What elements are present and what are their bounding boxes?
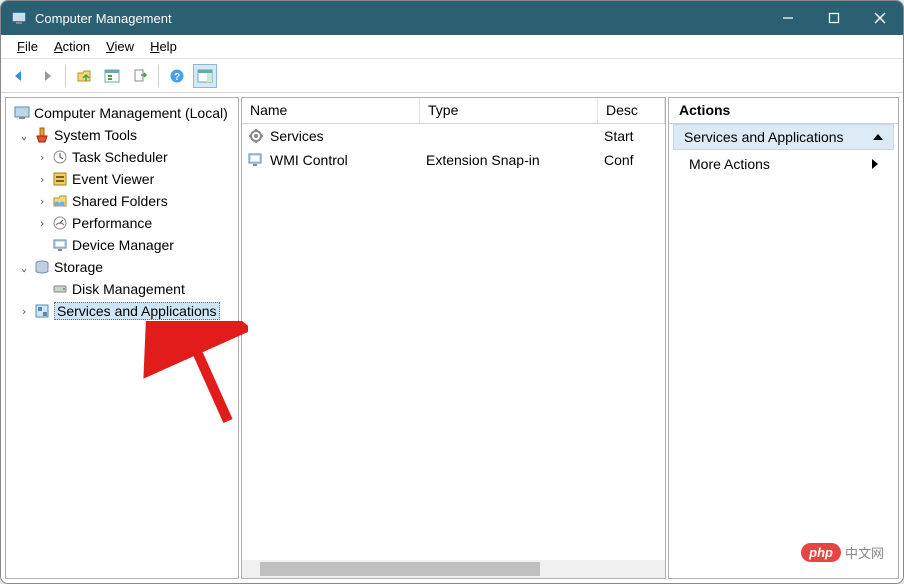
- clock-icon: [52, 149, 68, 165]
- chevron-right-icon[interactable]: ›: [36, 217, 48, 230]
- list-row-services[interactable]: Services Start: [242, 124, 665, 148]
- toolbar-export-button[interactable]: [128, 64, 152, 88]
- tree-item-disk-management[interactable]: Disk Management: [8, 278, 236, 300]
- shared-folders-icon: [52, 193, 68, 209]
- cell-desc: Start: [604, 128, 634, 144]
- cell-name: WMI Control: [270, 152, 348, 168]
- tree-item-shared-folders[interactable]: › Shared Folders: [8, 190, 236, 212]
- tree-label: Device Manager: [72, 237, 174, 253]
- caret-up-icon: [873, 134, 883, 140]
- list-pane: Name Type Desc Services Start WMI Contr: [241, 97, 666, 579]
- tree-label: Task Scheduler: [72, 149, 168, 165]
- scrollbar-thumb[interactable]: [260, 562, 540, 576]
- toolbar-back-button[interactable]: [7, 64, 31, 88]
- menu-view[interactable]: View: [98, 36, 142, 58]
- tree-label-selected: Services and Applications: [54, 302, 220, 320]
- tree-label: Computer Management (Local): [34, 105, 228, 121]
- watermark-badge: php: [801, 543, 841, 562]
- tree-label: System Tools: [54, 127, 137, 143]
- tree-label: Shared Folders: [72, 193, 168, 209]
- event-viewer-icon: [52, 171, 68, 187]
- toolbar-help-button[interactable]: ?: [165, 64, 189, 88]
- tree-item-root[interactable]: Computer Management (Local): [8, 102, 236, 124]
- tree-item-device-manager[interactable]: Device Manager: [8, 234, 236, 256]
- list-header: Name Type Desc: [242, 98, 665, 124]
- computer-icon: [248, 152, 264, 168]
- maximize-button[interactable]: [811, 1, 857, 35]
- computer-management-icon: [14, 105, 30, 121]
- toolbar-separator: [158, 65, 159, 87]
- svg-text:?: ?: [174, 72, 180, 83]
- cell-desc: Conf: [604, 152, 634, 168]
- caret-right-icon: [872, 159, 878, 169]
- performance-icon: [52, 215, 68, 231]
- tree-item-system-tools[interactable]: ⌄ System Tools: [8, 124, 236, 146]
- chevron-right-icon[interactable]: ›: [36, 173, 48, 186]
- actions-group-header[interactable]: Services and Applications: [673, 124, 894, 150]
- column-header-name[interactable]: Name: [242, 98, 420, 123]
- toolbar-forward-button[interactable]: [35, 64, 59, 88]
- toolbar-console-tree-button[interactable]: [100, 64, 124, 88]
- toolbar-separator: [65, 65, 66, 87]
- actions-pane-title: Actions: [669, 98, 898, 124]
- toolbar-action-pane-button[interactable]: [193, 64, 217, 88]
- titlebar[interactable]: Computer Management: [1, 1, 903, 35]
- tree-label: Disk Management: [72, 281, 185, 297]
- tree-label: Performance: [72, 215, 152, 231]
- storage-icon: [34, 259, 50, 275]
- watermark-text: 中文网: [845, 543, 884, 562]
- tree-label: Storage: [54, 259, 103, 275]
- workspace: Computer Management (Local) ⌄ System Too…: [1, 93, 903, 583]
- window-title: Computer Management: [35, 11, 765, 26]
- tree[interactable]: Computer Management (Local) ⌄ System Too…: [8, 102, 236, 322]
- chevron-right-icon[interactable]: ›: [36, 195, 48, 208]
- tree-item-event-viewer[interactable]: › Event Viewer: [8, 168, 236, 190]
- computer-management-window: Computer Management File Action View Hel…: [0, 0, 904, 584]
- list-body[interactable]: Services Start WMI Control Extension Sna…: [242, 124, 665, 560]
- chevron-down-icon[interactable]: ⌄: [18, 261, 30, 274]
- gear-icon: [248, 128, 264, 144]
- close-button[interactable]: [857, 1, 903, 35]
- cell-name: Services: [270, 128, 324, 144]
- menu-help[interactable]: Help: [142, 36, 185, 58]
- toolbar: ?: [1, 59, 903, 93]
- menu-file[interactable]: File: [9, 36, 46, 58]
- horizontal-scrollbar[interactable]: [242, 560, 665, 578]
- chevron-right-icon[interactable]: ›: [18, 305, 30, 318]
- toolbar-up-button[interactable]: [72, 64, 96, 88]
- cell-type: Extension Snap-in: [426, 152, 540, 168]
- app-icon: [11, 10, 27, 26]
- tree-label: Event Viewer: [72, 171, 154, 187]
- menubar: File Action View Help: [1, 35, 903, 59]
- device-manager-icon: [52, 237, 68, 253]
- menu-action[interactable]: Action: [46, 36, 98, 58]
- minimize-button[interactable]: [765, 1, 811, 35]
- tree-item-storage[interactable]: ⌄ Storage: [8, 256, 236, 278]
- tree-pane: Computer Management (Local) ⌄ System Too…: [5, 97, 239, 579]
- actions-item-label: More Actions: [689, 156, 770, 172]
- list-row-wmi-control[interactable]: WMI Control Extension Snap-in Conf: [242, 148, 665, 172]
- chevron-right-icon[interactable]: ›: [36, 151, 48, 164]
- tree-item-services-and-applications[interactable]: › Services and Applications: [8, 300, 236, 322]
- column-header-type[interactable]: Type: [420, 98, 598, 123]
- watermark: php 中文网: [801, 543, 884, 562]
- actions-group-label: Services and Applications: [684, 129, 844, 145]
- actions-more-actions[interactable]: More Actions: [673, 150, 894, 178]
- chevron-down-icon[interactable]: ⌄: [18, 129, 30, 142]
- column-header-description[interactable]: Desc: [598, 98, 665, 123]
- actions-pane: Actions Services and Applications More A…: [668, 97, 899, 579]
- disk-management-icon: [52, 281, 68, 297]
- tree-item-performance[interactable]: › Performance: [8, 212, 236, 234]
- services-apps-icon: [34, 303, 50, 319]
- system-tools-icon: [34, 127, 50, 143]
- tree-item-task-scheduler[interactable]: › Task Scheduler: [8, 146, 236, 168]
